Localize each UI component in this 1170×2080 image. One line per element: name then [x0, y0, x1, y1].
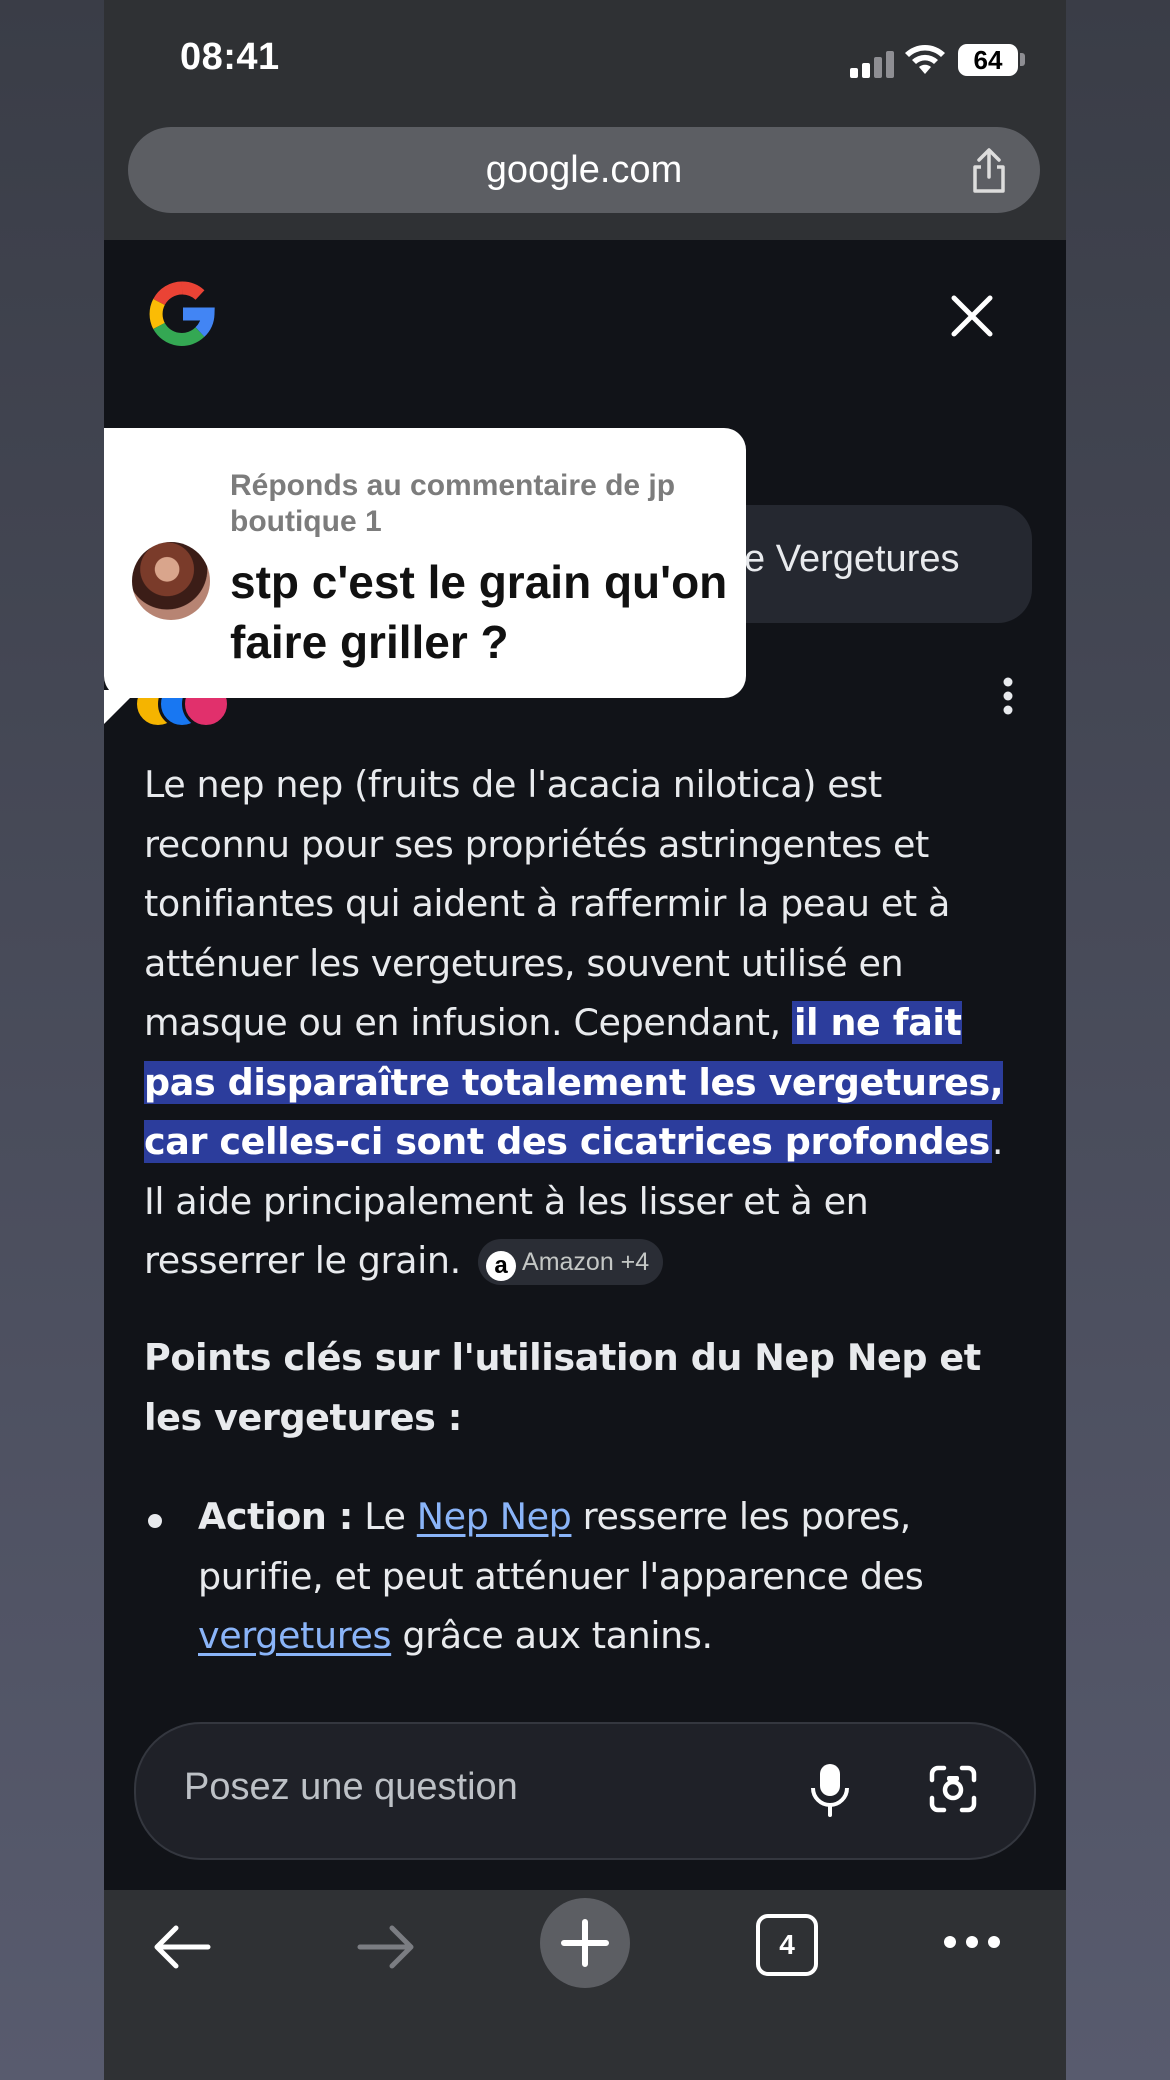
- bullet-text: Le: [353, 1495, 417, 1538]
- bullet-label: Action :: [198, 1495, 354, 1538]
- ask-question-input[interactable]: Posez une question: [134, 1722, 1036, 1860]
- source-chip[interactable]: a Amazon +4: [478, 1239, 664, 1285]
- menu-icon[interactable]: [942, 1934, 1002, 1950]
- tab-switcher-button[interactable]: 4: [756, 1914, 818, 1976]
- new-tab-button[interactable]: [540, 1898, 630, 1988]
- link-nep-nep[interactable]: Nep Nep: [417, 1495, 572, 1538]
- lens-icon[interactable]: [928, 1764, 978, 1814]
- amazon-icon: a: [486, 1251, 517, 1281]
- mic-icon[interactable]: [810, 1762, 850, 1818]
- close-icon[interactable]: [950, 294, 994, 338]
- more-vert-icon[interactable]: [1000, 676, 1016, 716]
- battery-indicator: 64: [958, 44, 1018, 76]
- status-time: 08:41: [180, 36, 280, 78]
- comment-reply-card: Réponds au commentaire de jp boutique 1 …: [104, 428, 746, 698]
- background-left: [0, 0, 104, 2080]
- bullet-dot: [148, 1514, 162, 1528]
- back-icon[interactable]: [152, 1924, 212, 1970]
- avatar: [132, 542, 210, 620]
- query-text: e Vergetures: [744, 538, 960, 580]
- link-vergetures[interactable]: vergetures: [198, 1614, 392, 1657]
- ask-placeholder: Posez une question: [184, 1766, 518, 1808]
- forward-icon[interactable]: [356, 1924, 416, 1970]
- key-points-heading: Points clés sur l'utilisation du Nep Nep…: [144, 1336, 981, 1439]
- source-chip-label: Amazon +4: [522, 1248, 650, 1276]
- background-right: [1066, 0, 1170, 2080]
- battery-tip: [1020, 53, 1025, 66]
- bullet-text: grâce aux tanins.: [391, 1614, 713, 1657]
- comment-tail: [104, 690, 138, 724]
- comment-text: stp c'est le grain qu'on faire griller ?: [230, 556, 728, 668]
- signal-icon: [850, 50, 894, 78]
- url-bar[interactable]: google.com: [128, 127, 1040, 213]
- url-text: google.com: [485, 149, 683, 191]
- google-logo: [149, 281, 215, 346]
- plus-icon: [561, 1919, 609, 1967]
- answer-paragraph: Le nep nep (fruits de l'acacia nilotica)…: [144, 755, 1024, 1291]
- comment-reply-to: Réponds au commentaire de jp boutique 1: [230, 469, 676, 538]
- phone-screen: 08:41 64 google.com e Vergetures Le nep …: [104, 0, 1066, 2080]
- list-item: Action : Le Nep Nep resserre les pores, …: [198, 1487, 1018, 1666]
- share-icon[interactable]: [968, 147, 1010, 195]
- browser-toolbar: 4: [104, 1890, 1066, 2080]
- wifi-icon: [905, 45, 945, 74]
